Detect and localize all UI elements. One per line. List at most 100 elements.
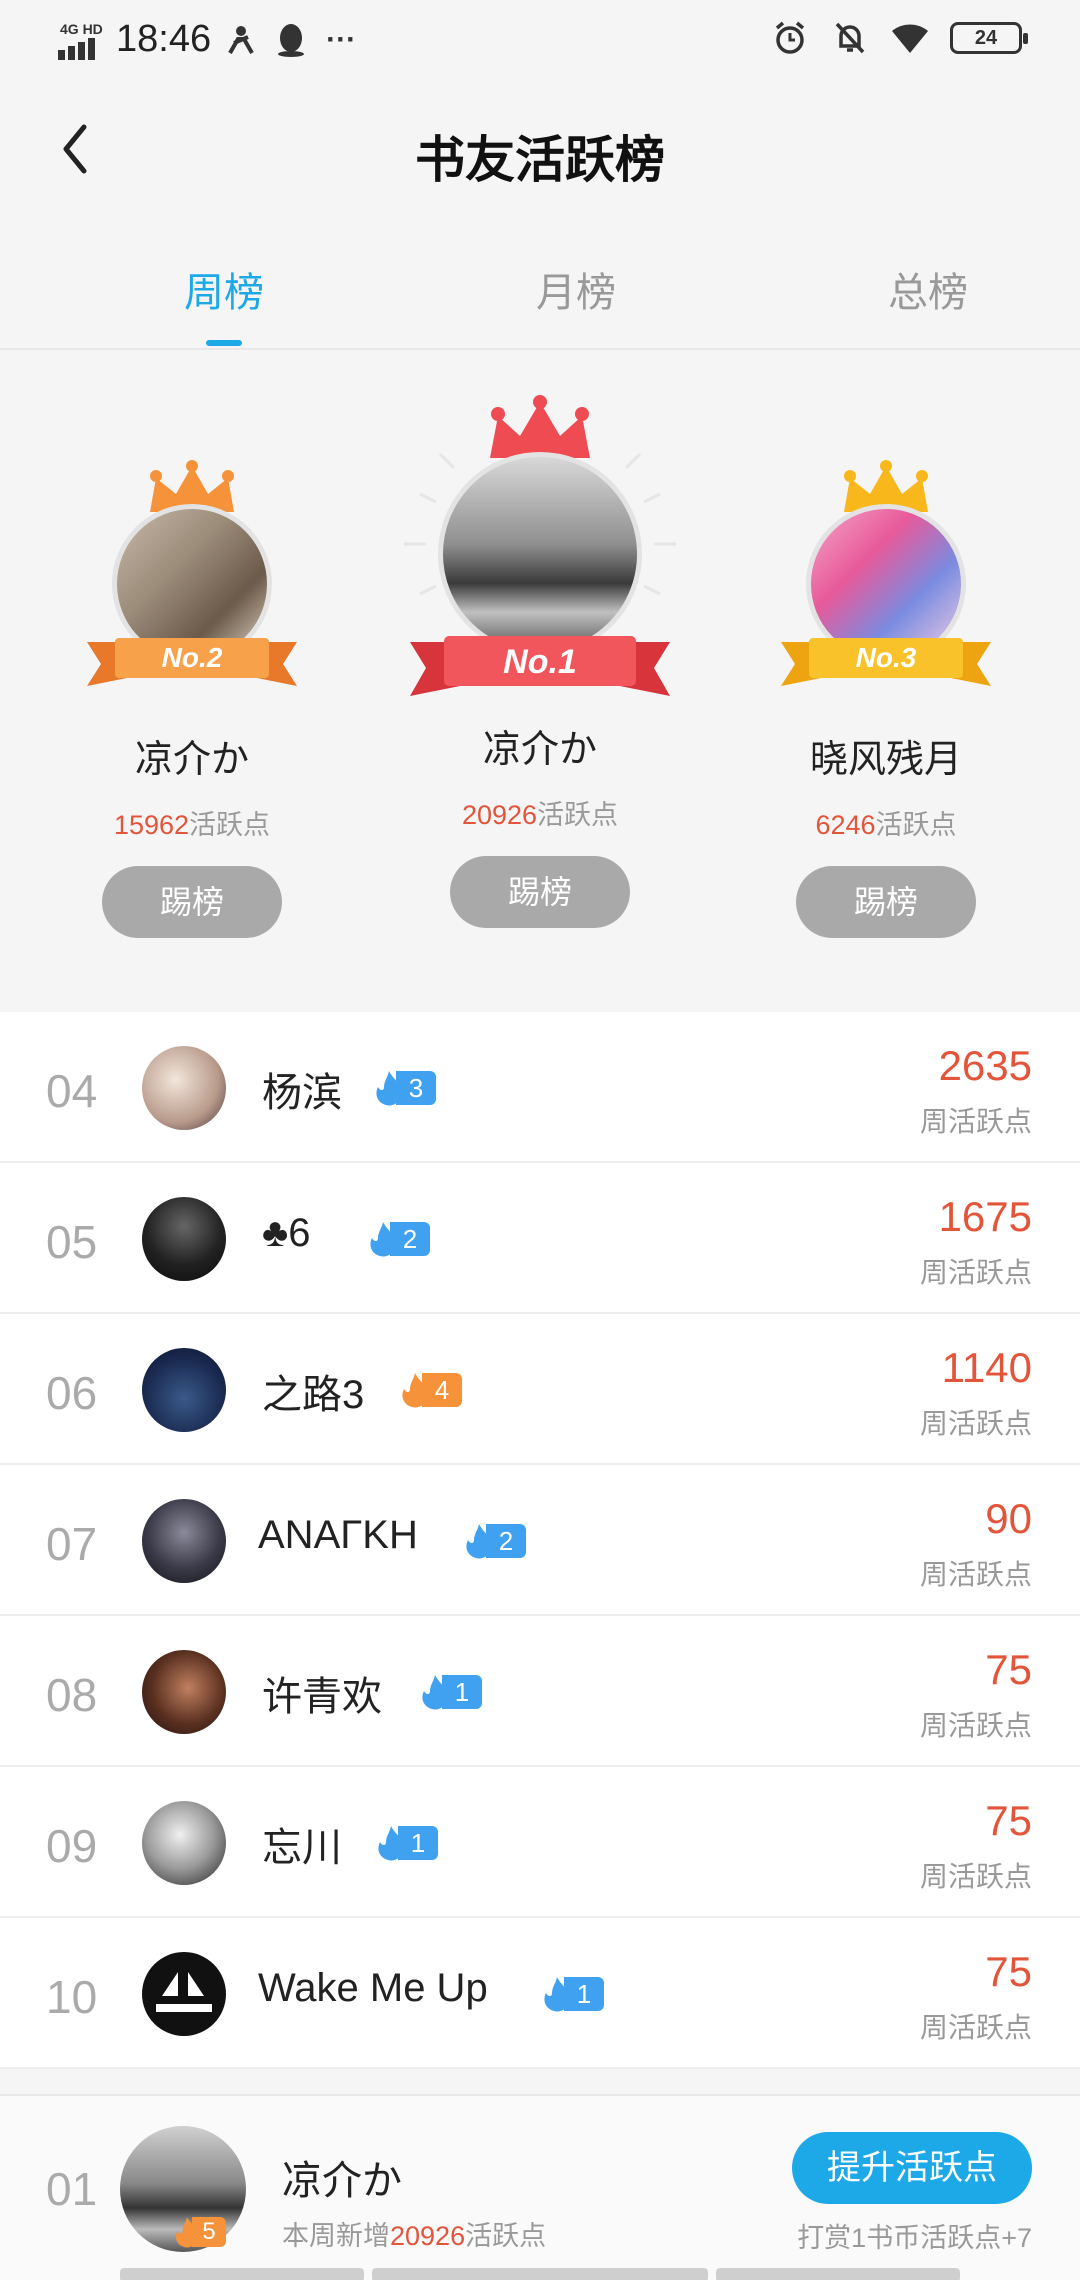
podium-avatar-wrap: No.2 bbox=[72, 460, 312, 720]
score-value: 1675 bbox=[938, 1193, 1032, 1240]
alarm-icon bbox=[770, 18, 810, 58]
page-title: 书友活跃榜 bbox=[415, 132, 665, 188]
wifi-icon bbox=[890, 18, 930, 58]
level-badge: 1 bbox=[418, 1674, 482, 1710]
boost-activity-button[interactable]: 提升活跃点 bbox=[792, 2132, 1032, 2204]
kick-button[interactable]: 踢榜 bbox=[450, 856, 630, 928]
podium-rank-2[interactable]: No.2 凉介か 15962活跃点 踢榜 bbox=[42, 460, 342, 938]
list-item[interactable]: 05 ♣6 2 1675 周活跃点 bbox=[0, 1163, 1080, 1314]
penguin-icon bbox=[271, 20, 311, 60]
podium-avatar-wrap: No.3 bbox=[766, 460, 1006, 720]
rank-ribbon: No.3 bbox=[781, 638, 991, 686]
signal-icon: 4G HD bbox=[58, 20, 106, 60]
rank-badge-text: No.3 bbox=[856, 642, 917, 673]
podium-points: 6246活跃点 bbox=[815, 810, 957, 840]
list-item[interactable]: 04 杨滨 3 2635 周活跃点 bbox=[0, 1012, 1080, 1163]
bottom-tab-strip bbox=[372, 2268, 708, 2280]
podium-points: 20926活跃点 bbox=[461, 800, 619, 830]
ranking-list: 04 杨滨 3 2635 周活跃点 05 ♣6 2 1675 周活跃点 06 之… bbox=[0, 1012, 1080, 2069]
rank-ribbon: No.1 bbox=[410, 636, 670, 696]
podium-name: 凉介か bbox=[134, 739, 249, 781]
level-number: 1 bbox=[564, 1977, 604, 2011]
top-three-podium: No.2 凉介か 15962活跃点 踢榜 No.1 凉介か 20926活跃点 踢… bbox=[0, 350, 1080, 990]
kick-button[interactable]: 踢榜 bbox=[102, 866, 282, 938]
level-number: 2 bbox=[390, 1222, 430, 1256]
rank-number: 07 bbox=[46, 1518, 98, 1570]
avatar bbox=[142, 1197, 226, 1281]
user-name: 许青欢 bbox=[262, 1675, 382, 1719]
rank-badge-text: No.1 bbox=[503, 643, 577, 681]
avatar bbox=[142, 1499, 226, 1583]
my-name: 凉介か bbox=[282, 2159, 402, 2203]
user-name: 杨滨 bbox=[262, 1071, 342, 1115]
list-item[interactable]: 10 Wake Me Up 1 75 周活跃点 bbox=[0, 1918, 1080, 2069]
score-value: 90 bbox=[985, 1495, 1032, 1542]
list-item[interactable]: 09 忘川 1 75 周活跃点 bbox=[0, 1767, 1080, 1918]
person-icon bbox=[221, 20, 261, 60]
battery-icon: 24 bbox=[950, 22, 1028, 54]
score-value: 75 bbox=[985, 1646, 1032, 1693]
my-rank-bar: 01 5 凉介か 本周新增20926活跃点 提升活跃点 打赏1书币活跃点+7 bbox=[0, 2094, 1080, 2280]
user-name: Wake Me Up bbox=[258, 1966, 488, 2010]
tab-bar: 周榜 月榜 总榜 bbox=[0, 224, 1080, 350]
user-name: ♣6 bbox=[262, 1211, 311, 1255]
score-value: 75 bbox=[985, 1797, 1032, 1844]
rank-number: 10 bbox=[46, 1971, 98, 2023]
rank-number: 08 bbox=[46, 1669, 98, 1721]
podium-points: 15962活跃点 bbox=[113, 810, 271, 840]
more-dots-icon: ··· bbox=[326, 22, 357, 56]
kick-button[interactable]: 踢榜 bbox=[796, 866, 976, 938]
reward-tip: 打赏1书币活跃点+7 bbox=[797, 2223, 1032, 2253]
podium-name: 凉介か bbox=[482, 729, 597, 771]
podium-rank-1[interactable]: No.1 凉介か 20926活跃点 踢榜 bbox=[390, 394, 690, 928]
avatar bbox=[142, 1650, 226, 1734]
score-value: 2635 bbox=[938, 1042, 1032, 1089]
score-label: 周活跃点 bbox=[919, 1861, 1032, 1892]
level-number: 3 bbox=[396, 1071, 436, 1105]
status-right: 24 bbox=[770, 18, 1028, 58]
tab-monthly[interactable]: 月榜 bbox=[476, 260, 676, 318]
bottom-tab-strip bbox=[716, 2268, 960, 2280]
rank-number: 06 bbox=[46, 1367, 98, 1419]
status-bar: 4G HD 18:46 ··· 24 bbox=[0, 0, 1080, 84]
score-label: 周活跃点 bbox=[919, 1559, 1032, 1590]
user-name: 之路3 bbox=[262, 1373, 365, 1417]
score-value: 75 bbox=[985, 1948, 1032, 1995]
score-label: 周活跃点 bbox=[919, 1257, 1032, 1288]
score-label: 周活跃点 bbox=[919, 1710, 1032, 1741]
podium-rank-3[interactable]: No.3 晓风残月 6246活跃点 踢榜 bbox=[736, 460, 1036, 938]
mute-bell-icon bbox=[830, 18, 870, 58]
rank-number: 09 bbox=[46, 1820, 98, 1872]
my-level-badge: 5 bbox=[172, 2216, 226, 2248]
score-label: 周活跃点 bbox=[919, 2012, 1032, 2043]
tab-total[interactable]: 总榜 bbox=[828, 260, 1028, 318]
score-value: 1140 bbox=[941, 1344, 1032, 1391]
list-item[interactable]: 07 ΑΝΑΓΚΗ 2 90 周活跃点 bbox=[0, 1465, 1080, 1616]
network-label: 4G HD bbox=[60, 20, 103, 37]
level-badge: 2 bbox=[366, 1221, 430, 1257]
avatar bbox=[142, 1046, 226, 1130]
user-name: ΑΝΑΓΚΗ bbox=[258, 1513, 418, 1557]
rank-number: 04 bbox=[46, 1065, 98, 1117]
rank-ribbon: No.2 bbox=[87, 638, 297, 686]
level-badge: 2 bbox=[462, 1523, 526, 1559]
bottom-tab-strip bbox=[120, 2268, 364, 2280]
active-tab-indicator bbox=[206, 340, 242, 346]
level-number: 2 bbox=[486, 1524, 526, 1558]
avicii-logo-icon bbox=[156, 1972, 212, 2012]
avatar bbox=[438, 452, 642, 656]
tab-weekly[interactable]: 周榜 bbox=[124, 260, 324, 318]
avatar bbox=[142, 1801, 226, 1885]
score-label: 周活跃点 bbox=[919, 1106, 1032, 1137]
my-rank-number: 01 bbox=[46, 2163, 98, 2215]
status-left: 4G HD 18:46 ··· bbox=[58, 18, 361, 61]
list-item[interactable]: 06 之路3 4 1140 周活跃点 bbox=[0, 1314, 1080, 1465]
list-item[interactable]: 08 许青欢 1 75 周活跃点 bbox=[0, 1616, 1080, 1767]
rank-badge-text: No.2 bbox=[162, 642, 223, 673]
podium-avatar-wrap: No.1 bbox=[390, 394, 690, 720]
my-weekly-points: 本周新增20926活跃点 bbox=[282, 2221, 547, 2251]
status-time: 18:46 bbox=[116, 18, 212, 60]
level-badge: 3 bbox=[372, 1070, 436, 1106]
rank-number: 05 bbox=[46, 1216, 98, 1268]
level-number: 5 bbox=[192, 2217, 226, 2247]
